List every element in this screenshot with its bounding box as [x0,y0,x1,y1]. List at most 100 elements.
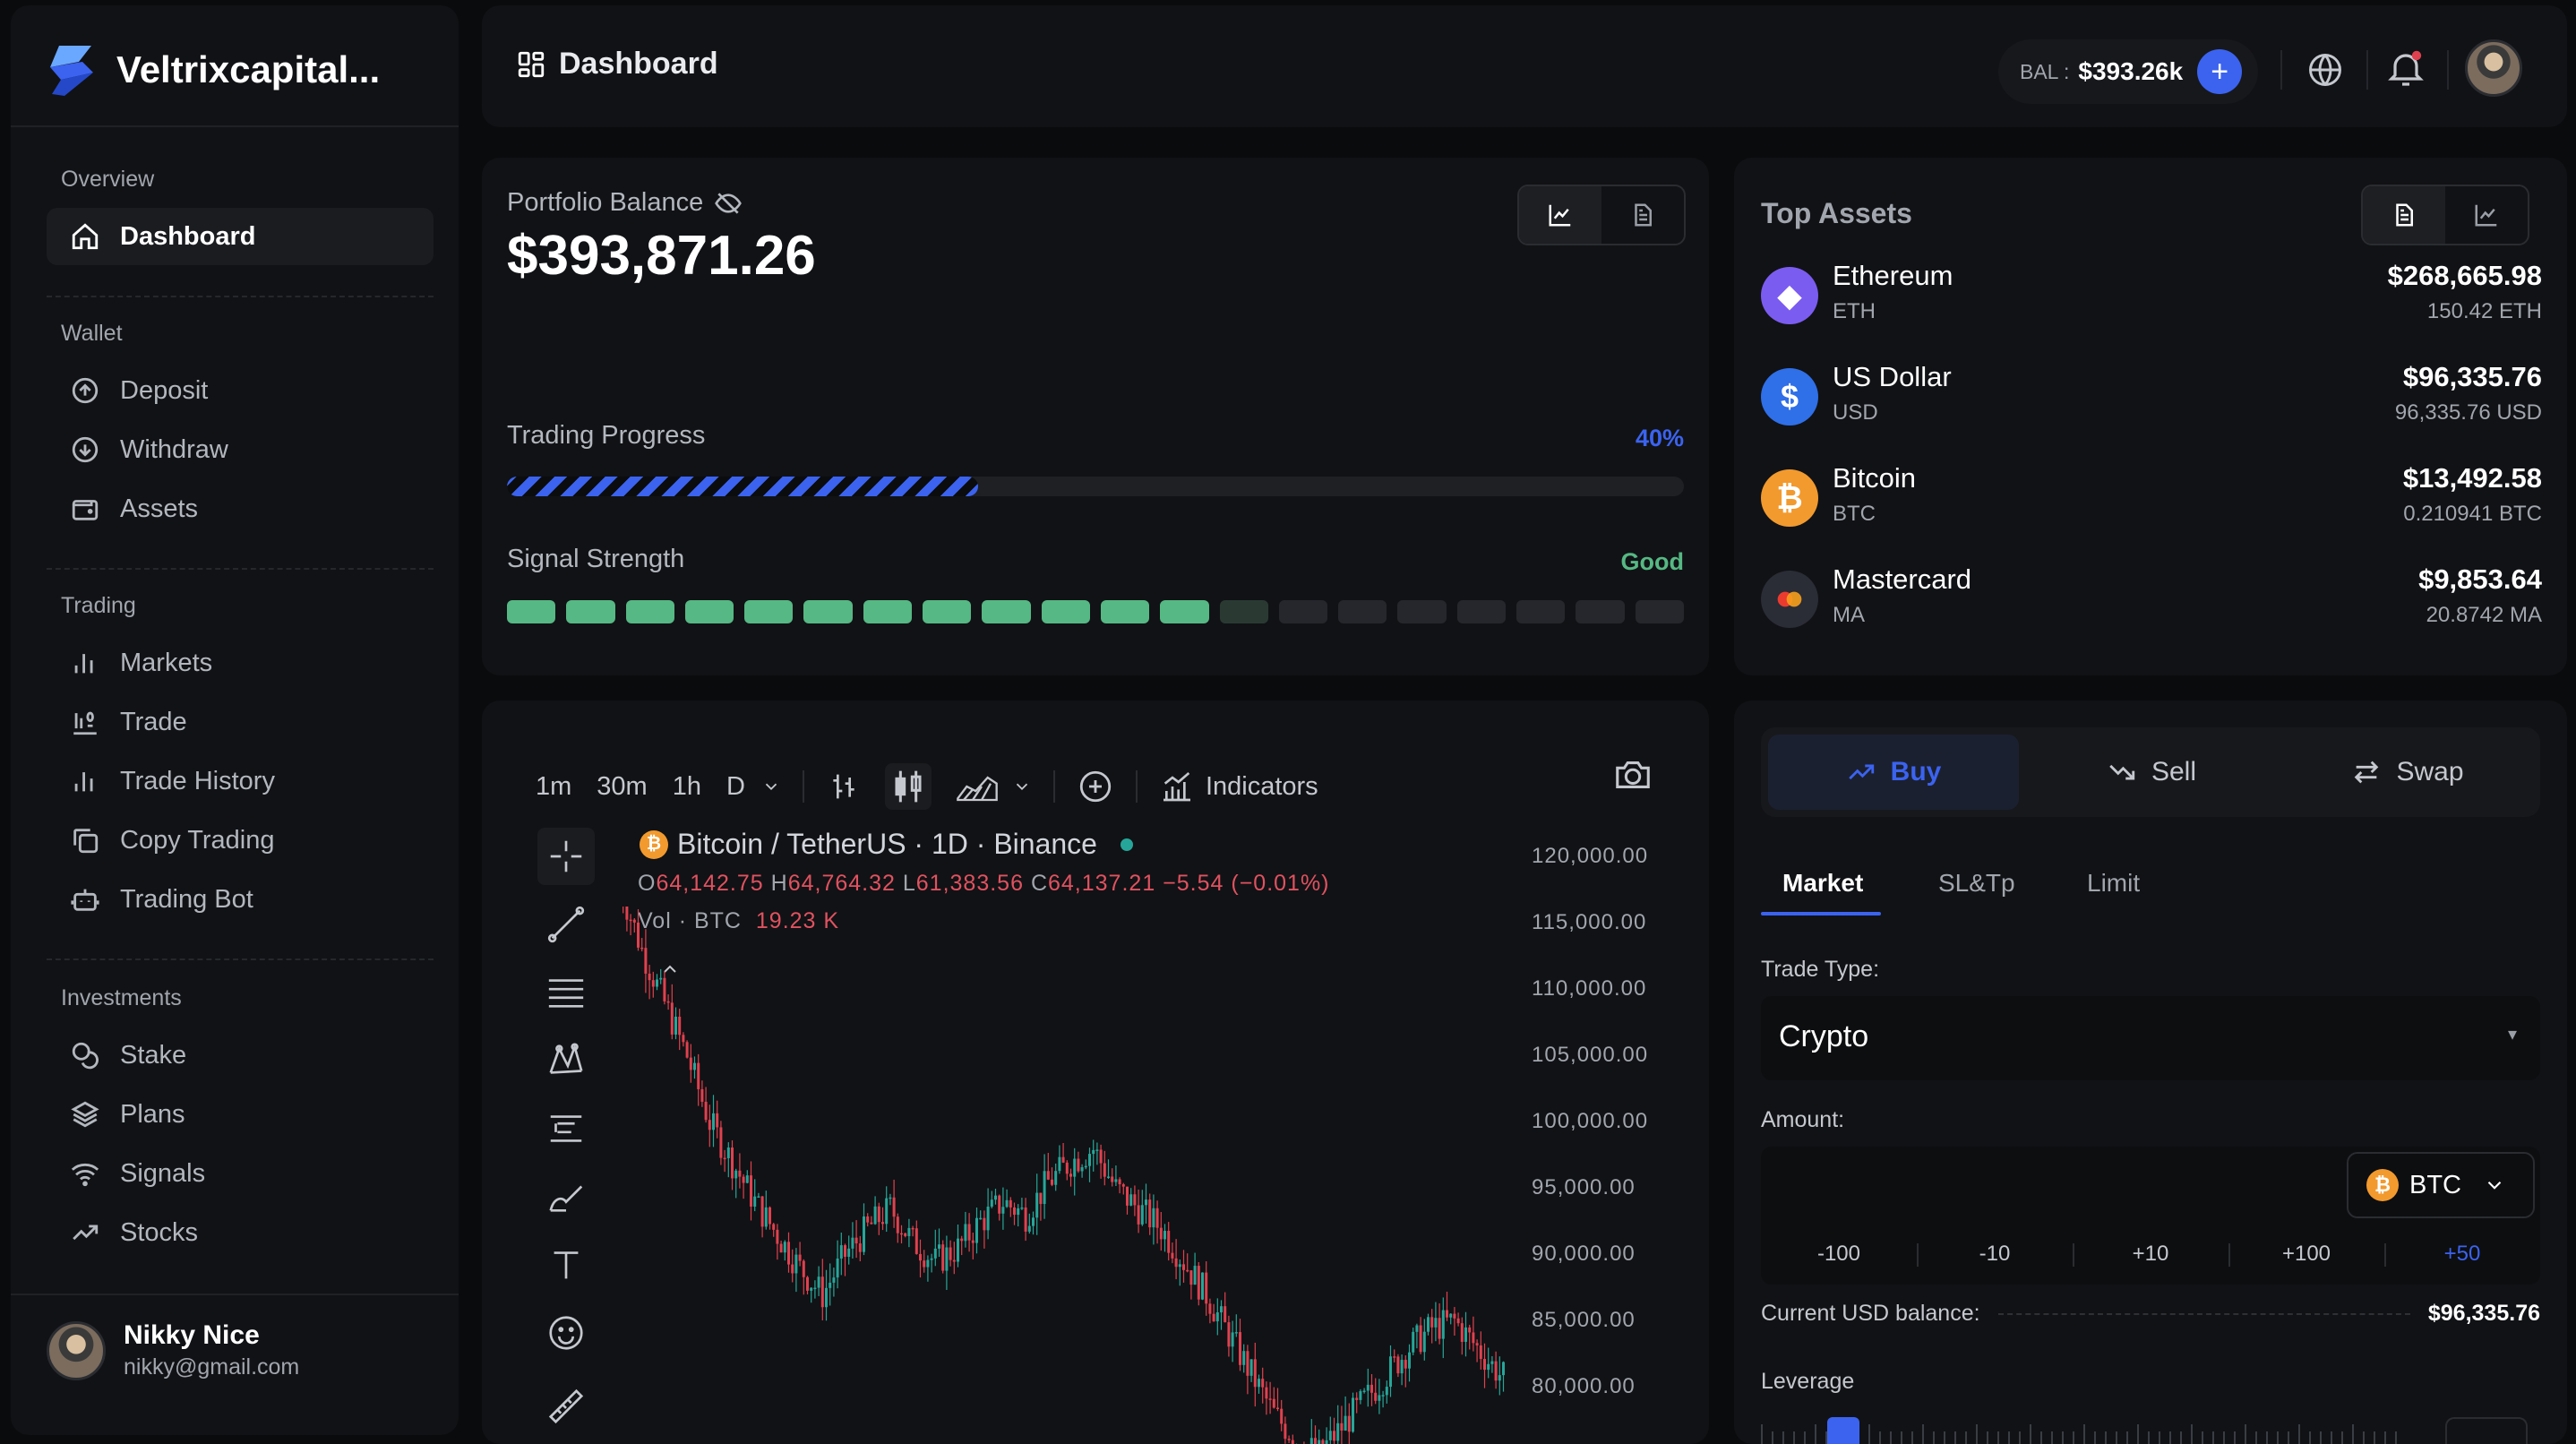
projection-tool[interactable] [537,1100,595,1157]
slider-tick [2030,1424,2031,1444]
bell-icon[interactable] [2384,47,2427,90]
trade-type-select[interactable]: Crypto ▾ [1761,996,2540,1080]
sidebar-item-assets[interactable]: Assets [47,480,434,537]
sidebar-item-stocks[interactable]: Stocks [47,1204,434,1261]
candle [877,1206,880,1223]
candle [1393,1356,1396,1358]
sidebar-item-trade-history[interactable]: Trade History [47,752,434,810]
signal-segment [1397,600,1447,623]
chevron-down-icon[interactable] [761,777,781,796]
sidebar-item-dashboard[interactable]: Dashboard [47,208,434,265]
interval-d[interactable]: D [726,772,745,802]
interval-30m[interactable]: 30m [597,772,647,802]
candle [776,1229,779,1244]
quick-amount-plus-100[interactable]: +100 [2228,1224,2384,1285]
sidebar-item-trade[interactable]: Trade [47,693,434,751]
asset-row[interactable]: ◆ Ethereum ETH $268,665.98 150.42 ETH [1761,258,2542,339]
chart-view-button[interactable] [1519,186,1601,244]
sidebar-item-signals[interactable]: Signals [47,1145,434,1202]
asset-row[interactable]: $ US Dollar USD $96,335.76 96,335.76 USD [1761,359,2542,440]
candle [1291,1440,1294,1444]
symbol-title[interactable]: Bitcoin / TetherUS · 1D · Binance [677,828,1097,861]
ohlc-open: 64,142.75 [656,871,764,896]
candle [1189,1270,1193,1285]
candle [629,919,632,922]
candle [1227,1322,1231,1347]
chart-view-button[interactable] [2445,186,2528,244]
candle [1344,1415,1347,1431]
brush-tool[interactable] [537,1168,595,1225]
subtab-market[interactable]: Market [1782,869,1863,898]
indicators-button[interactable]: Indicators [1206,772,1318,802]
quick-amount-minus-10[interactable]: -10 [1917,1224,2073,1285]
document-view-button[interactable] [2363,186,2445,244]
area-chart-icon[interactable] [955,769,1000,804]
ruler-tool[interactable] [537,1378,595,1435]
candle [1268,1398,1272,1400]
balance-pill[interactable]: BAL : $393.26k + [1998,39,2258,104]
camera-icon[interactable] [1612,754,1653,795]
sidebar-item-deposit[interactable]: Deposit [47,362,434,419]
fib-tool[interactable] [537,964,595,1021]
subtab-limit[interactable]: Limit [2087,869,2140,898]
eye-off-icon[interactable] [714,189,743,218]
asset-row[interactable]: ₿ Bitcoin BTC $13,492.58 0.210941 BTC [1761,460,2542,541]
candlestick-chart[interactable] [618,907,1514,1444]
crosshair-tool[interactable] [537,828,595,885]
signal-strength-value: Good [1620,548,1684,575]
globe-icon[interactable] [2306,50,2345,90]
add-circle-icon[interactable] [1077,768,1114,805]
trend-line-tool[interactable] [537,896,595,953]
tab-swap[interactable]: Swap [2282,735,2533,810]
text-tool[interactable] [537,1236,595,1294]
indicators-icon[interactable] [1159,769,1195,804]
candle [1046,1171,1050,1180]
interval-1h[interactable]: 1h [673,772,701,802]
candles-icon[interactable] [884,763,932,810]
asset-select[interactable]: ₿ BTC [2347,1152,2535,1218]
candle [1231,1332,1234,1347]
sidebar-item-withdraw[interactable]: Withdraw [47,421,434,478]
sidebar-item-label: Copy Trading [120,825,275,855]
candle [750,1175,752,1207]
sidebar-item-label: Stake [120,1040,187,1070]
price-axis-label: 115,000.00 [1532,910,1647,934]
candle [967,1224,971,1241]
asset-row[interactable]: Mastercard MA $9,853.64 20.8742 MA [1761,562,2542,642]
price-axis-label: 90,000.00 [1532,1242,1636,1266]
add-funds-button[interactable]: + [2197,49,2243,94]
sidebar-item-markets[interactable]: Markets [47,634,434,692]
sidebar-item-plans[interactable]: Plans [47,1086,434,1143]
emoji-tool[interactable] [537,1304,595,1362]
tab-buy[interactable]: Buy [1768,735,2019,810]
candle [719,1127,723,1158]
candle [693,1062,696,1070]
brand[interactable]: Veltrixcapital... [47,34,380,106]
sidebar-item-copy-trading[interactable]: Copy Trading [47,812,434,869]
subtab-sl-tp[interactable]: SL&Tp [1938,869,2015,898]
sidebar-item-trading-bot[interactable]: Trading Bot [47,871,434,928]
candle [941,1244,945,1271]
amount-field[interactable]: ₿ BTC [1761,1147,2540,1224]
quick-amount-minus-100[interactable]: -100 [1761,1224,1917,1285]
balance-label: BAL : [2020,59,2070,83]
avatar[interactable] [2465,39,2522,97]
bar-chart-icon [74,654,93,674]
pattern-tool[interactable] [537,1032,595,1089]
candle [753,1196,757,1207]
quick-amount-plus-50[interactable]: +50 [2384,1224,2540,1285]
chevron-down-icon[interactable] [1012,777,1032,796]
sidebar-item-stake[interactable]: Stake [47,1027,434,1084]
candle [1355,1397,1359,1400]
candle [1434,1318,1438,1328]
leverage-input[interactable] [2445,1417,2528,1444]
tab-sell[interactable]: Sell [2026,735,2277,810]
quick-amount-plus-10[interactable]: +10 [2073,1224,2228,1285]
candle [1464,1327,1467,1342]
interval-1m[interactable]: 1m [536,772,571,802]
bar-type-icon[interactable] [826,769,862,804]
leverage-slider-handle[interactable] [1827,1417,1859,1444]
candle [851,1237,854,1249]
user-profile[interactable]: Nikky Nice nikky@gmail.com [47,1320,299,1380]
document-view-button[interactable] [1601,186,1684,244]
